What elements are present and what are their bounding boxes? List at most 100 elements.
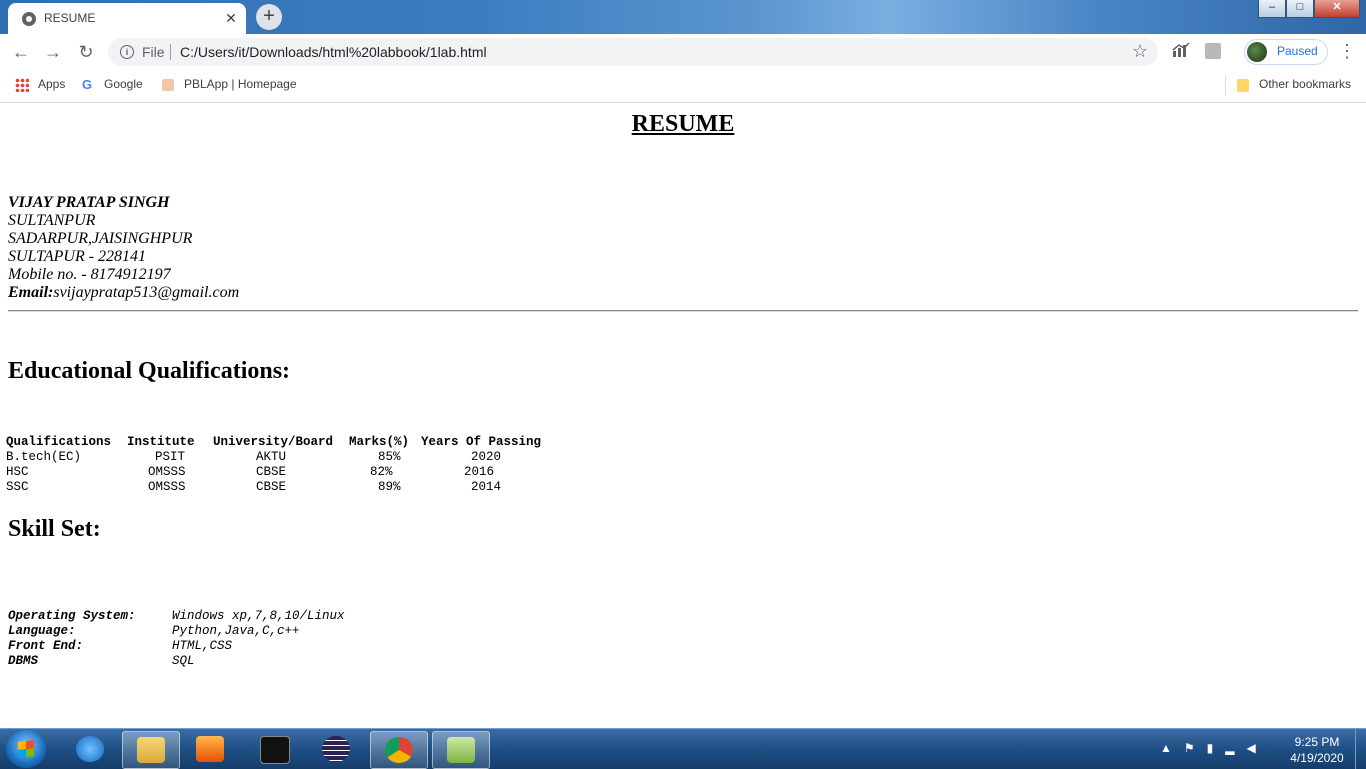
divider — [1225, 76, 1226, 96]
bookmark-star-icon[interactable]: ☆ — [1132, 41, 1148, 62]
taskbar-internet-explorer[interactable] — [62, 731, 118, 767]
maximize-button[interactable]: □ — [1286, 0, 1314, 18]
bookmark-other[interactable]: Other bookmarks — [1259, 77, 1351, 91]
flag-icon[interactable]: ⚑ — [1184, 741, 1207, 755]
contact-address: VIJAY PRATAP SINGH SULTANPUR SADARPUR,JA… — [8, 194, 239, 302]
column-header: Marks(%) — [349, 435, 410, 449]
list-item: DBMS SQL — [8, 654, 345, 669]
table-row: HSC OMSSS CBSE 82% 2016 — [6, 465, 541, 480]
table-row: B.tech(EC) PSIT AKTU 85% 2020 — [6, 450, 541, 465]
pblapp-icon — [162, 79, 174, 91]
column-header: Years Of Passing — [421, 435, 542, 449]
table-cell: OMSSS — [148, 465, 186, 479]
bookmark-pblapp[interactable]: PBLApp | Homepage — [184, 77, 297, 91]
contact-email: svijaypratap513@gmail.com — [53, 284, 240, 301]
battery-icon[interactable]: ▮ — [1207, 741, 1226, 755]
contact-line: SULTANPUR — [8, 212, 96, 229]
skill-key: DBMS — [8, 654, 39, 668]
skill-value: HTML,CSS — [172, 639, 233, 653]
bookmark-apps[interactable]: Apps — [38, 77, 65, 91]
table-cell: CBSE — [256, 465, 287, 479]
tab-resume[interactable]: RESUME ✕ — [8, 3, 246, 34]
skill-value: SQL — [172, 654, 195, 668]
clock-time: 9:25 PM — [1294, 735, 1340, 749]
network-icon[interactable]: ▂ — [1225, 741, 1246, 755]
contact-name: VIJAY PRATAP SINGH — [8, 194, 170, 211]
info-icon[interactable]: i — [120, 45, 134, 59]
column-header: University/Board — [213, 435, 334, 449]
page-title: RESUME — [631, 111, 735, 137]
media-player-icon — [196, 736, 224, 762]
tab-title: RESUME — [44, 11, 96, 25]
address-bar[interactable]: i File C:/Users/it/Downloads/html%20labb… — [108, 38, 1158, 66]
table-cell: 2016 — [464, 465, 495, 479]
new-tab-button[interactable]: + — [256, 4, 282, 30]
profile-button[interactable]: Paused — [1244, 39, 1328, 65]
folder-icon — [137, 737, 165, 763]
pdf-extension-icon[interactable] — [1205, 43, 1221, 59]
show-hidden-icons-icon[interactable]: ▲ — [1160, 741, 1184, 755]
skill-value: Windows xp,7,8,10/Linux — [172, 609, 345, 623]
table-cell: HSC — [6, 465, 29, 479]
list-item: Language: Python,Java,C,c++ — [8, 624, 345, 639]
taskbar-eclipse[interactable] — [308, 731, 364, 767]
table-cell: 89% — [378, 480, 401, 494]
taskbar-notepad-plus-plus[interactable] — [432, 731, 490, 769]
table-cell: SSC — [6, 480, 29, 494]
windows-taskbar: ▲⚑▮▂◀ 9:25 PM 4/19/2020 — [0, 728, 1366, 769]
notepad-plus-plus-icon — [447, 737, 475, 763]
taskbar-chrome[interactable] — [370, 731, 428, 769]
table-cell: OMSSS — [148, 480, 186, 494]
forward-button[interactable]: → — [41, 40, 65, 64]
chrome-icon — [385, 737, 413, 763]
close-tab-icon[interactable]: ✕ — [222, 9, 240, 27]
table-cell: 82% — [370, 465, 393, 479]
url-scheme: File — [142, 44, 165, 60]
clock[interactable]: 9:25 PM 4/19/2020 — [1286, 734, 1348, 766]
email-label: Email: — [8, 284, 54, 301]
education-table: Qualifications Institute University/Boar… — [6, 435, 541, 495]
browser-toolbar: ← → ↻ i File C:/Users/it/Downloads/html%… — [0, 34, 1366, 70]
eclipse-icon — [322, 736, 350, 762]
menu-icon[interactable]: ⋮ — [1338, 41, 1356, 62]
analytics-extension-icon[interactable] — [1172, 42, 1190, 58]
contact-mobile: Mobile no. - 8174912197 — [8, 266, 171, 283]
back-button[interactable]: ← — [9, 40, 33, 64]
table-cell: PSIT — [155, 450, 186, 464]
table-cell: 85% — [378, 450, 401, 464]
table-cell: 2014 — [471, 480, 502, 494]
profile-status: Paused — [1277, 44, 1318, 58]
divider — [170, 44, 171, 60]
minimize-button[interactable]: – — [1258, 0, 1286, 18]
table-cell: CBSE — [256, 480, 287, 494]
system-tray: ▲⚑▮▂◀ — [1160, 741, 1268, 755]
close-window-button[interactable]: ✕ — [1314, 0, 1360, 18]
taskbar-file-explorer[interactable] — [122, 731, 180, 769]
skill-value: Python,Java,C,c++ — [172, 624, 300, 638]
taskbar-media-player[interactable] — [182, 731, 238, 767]
start-button[interactable] — [6, 730, 46, 768]
window-title-bar: RESUME ✕ + – □ ✕ — [0, 0, 1366, 34]
clock-date: 4/19/2020 — [1290, 751, 1344, 765]
column-header: Qualifications — [6, 435, 112, 449]
taskbar-command-prompt[interactable] — [246, 731, 302, 767]
education-heading: Educational Qualifications: — [8, 358, 291, 384]
horizontal-rule — [8, 310, 1358, 312]
skill-key: Operating System: — [8, 609, 136, 623]
globe-icon — [22, 12, 36, 26]
bookmark-google[interactable]: Google — [104, 77, 143, 91]
table-cell: AKTU — [256, 450, 287, 464]
avatar — [1247, 42, 1267, 62]
url-text[interactable]: C:/Users/it/Downloads/html%20labbook/1la… — [180, 44, 487, 60]
reload-button[interactable]: ↻ — [74, 40, 98, 64]
page-content: RESUME VIJAY PRATAP SINGH SULTANPUR SADA… — [0, 103, 1366, 728]
folder-icon — [1237, 79, 1249, 92]
table-cell: B.tech(EC) — [6, 450, 82, 464]
list-item: Front End: HTML,CSS — [8, 639, 345, 654]
table-row: SSC OMSSS CBSE 89% 2014 — [6, 480, 541, 495]
apps-grid-icon — [15, 78, 29, 92]
show-desktop-button[interactable] — [1355, 729, 1366, 769]
volume-icon[interactable]: ◀ — [1247, 741, 1268, 755]
list-item: Operating System: Windows xp,7,8,10/Linux — [8, 609, 345, 624]
google-icon: G — [82, 77, 93, 92]
